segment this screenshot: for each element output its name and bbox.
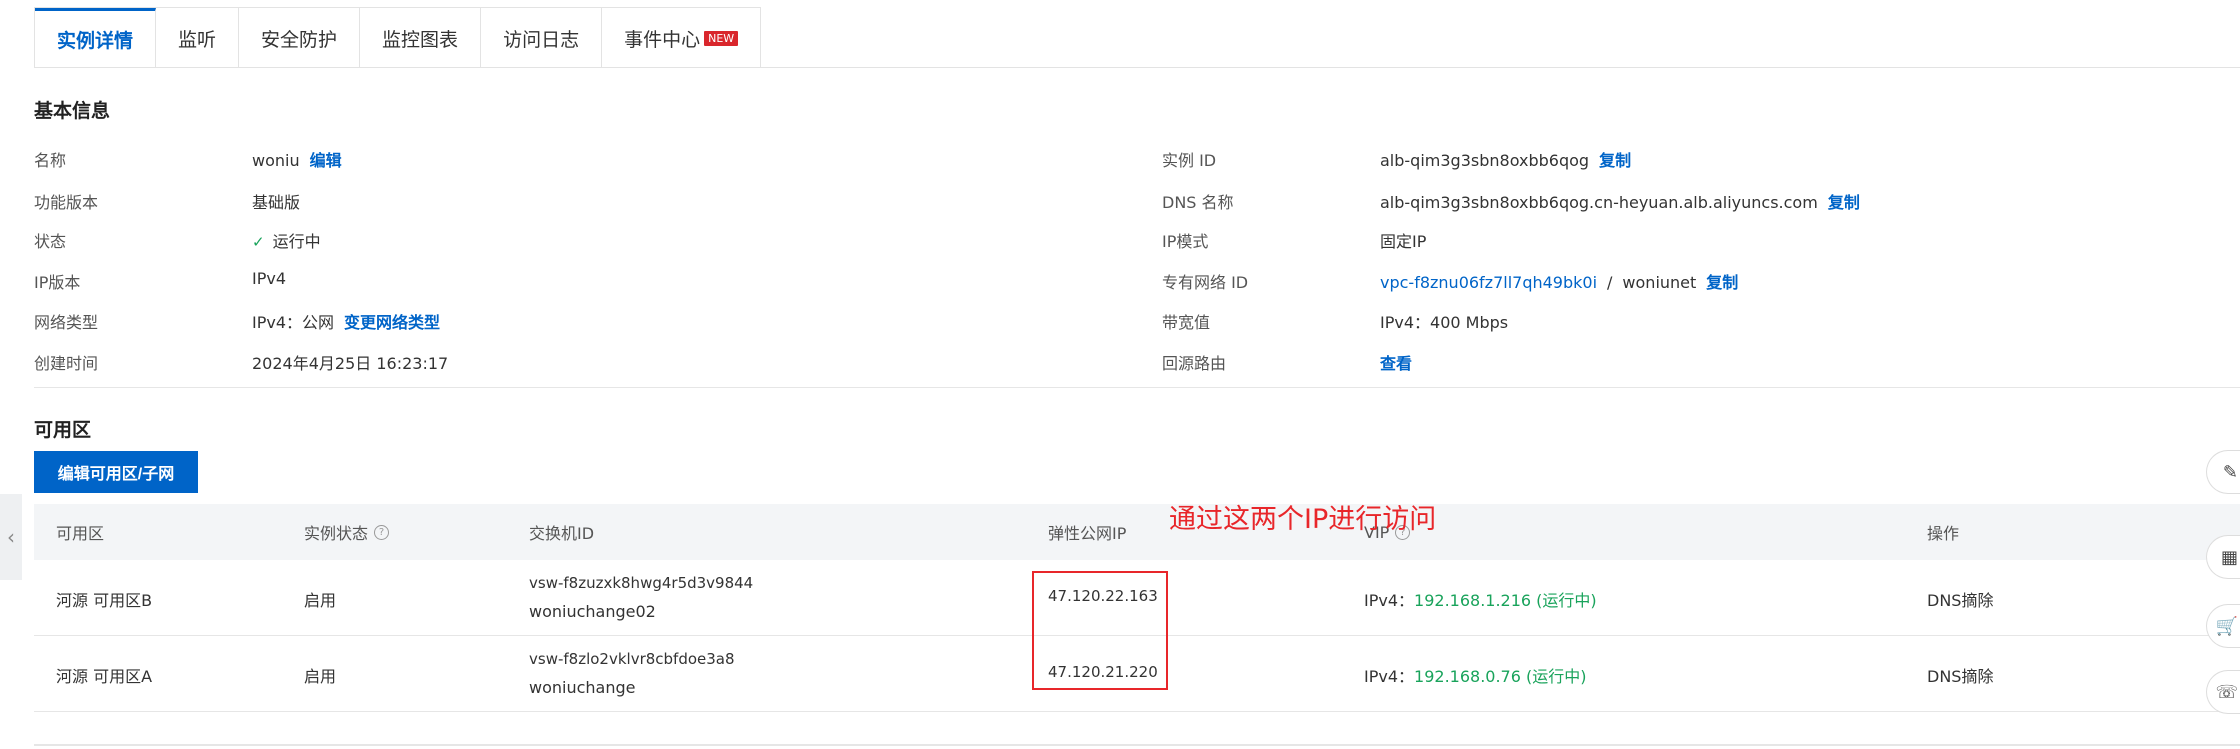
ip-version-label: IP版本 (34, 273, 81, 292)
origin-route-label: 回源路由 (1162, 354, 1227, 373)
network-type-text: IPv4：公网 (252, 313, 335, 332)
vpc-id-label: 专有网络 ID (1162, 273, 1249, 292)
vswitch-id-link[interactable]: vsw-f8zuzxk8hwg4r5d3v9844 (529, 574, 753, 592)
tab-label: 事件中心 (624, 28, 701, 51)
copy-vpc-link[interactable]: 复制 (1706, 273, 1738, 292)
ip-mode-value: 固定IP (1380, 232, 1427, 251)
vip-prefix: IPv4： (1364, 591, 1415, 610)
edit-name-link[interactable]: 编辑 (310, 151, 342, 170)
tab-label: 监听 (178, 28, 217, 51)
zones-title: 可用区 (34, 419, 92, 441)
section-divider (34, 387, 2240, 388)
col-instance-status: 实例状态? (304, 520, 390, 544)
vip-cell: IPv4：192.168.0.76 (运行中) (1364, 663, 1586, 687)
chevron-left-icon[interactable]: ‹ (0, 494, 22, 580)
created-time-value: 2024年4月25日 16:23:17 (252, 354, 449, 373)
ip-version-value: IPv4 (252, 269, 287, 288)
status-value: ✓ 运行中 (252, 228, 321, 252)
new-badge: NEW (704, 30, 739, 46)
col-zone: 可用区 (56, 524, 105, 543)
instance-detail-page: 实例详情 监听 安全防护 监控图表 访问日志 事件中心 NEW 基本信息 名称 w… (0, 0, 2240, 749)
col-vswitch-id: 交换机ID (529, 524, 595, 543)
instance-id-label: 实例 ID (1162, 151, 1217, 170)
instance-id-text: alb-qim3g3sbn8oxbb6qog (1380, 151, 1590, 170)
basic-info-title: 基本信息 (34, 100, 111, 122)
vswitch-name: woniuchange02 (529, 602, 656, 621)
tab-label: 安全防护 (261, 28, 338, 51)
tab-listeners[interactable]: 监听 (156, 8, 240, 68)
tab-event-center[interactable]: 事件中心 NEW (602, 8, 760, 68)
edit-tool-icon[interactable]: ✎ (2206, 450, 2240, 494)
check-icon: ✓ (252, 233, 265, 251)
ip-mode-label: IP模式 (1162, 232, 1209, 251)
vswitch-name: woniuchange (529, 678, 636, 697)
dns-name-text: alb-qim3g3sbn8oxbb6qog.cn-heyuan.alb.ali… (1380, 193, 1818, 212)
origin-route-value: 查看 (1380, 350, 1412, 374)
detail-tabs: 实例详情 监听 安全防护 监控图表 访问日志 事件中心 NEW (34, 7, 762, 69)
network-type-value: IPv4：公网 变更网络类型 (252, 309, 440, 333)
name-text: woniu (252, 151, 300, 170)
created-time-label: 创建时间 (34, 354, 99, 373)
state-cell: 启用 (304, 591, 337, 610)
zone-cell: 河源 可用区B (56, 591, 153, 610)
tab-label: 监控图表 (382, 28, 459, 51)
status-label: 状态 (34, 232, 67, 251)
version-value: 基础版 (252, 193, 301, 212)
dns-remove-link[interactable]: DNS摘除 (1927, 663, 1993, 687)
version-label: 功能版本 (34, 193, 99, 212)
vpc-id-link[interactable]: vpc-f8znu06fz7ll7qh49bk0i (1380, 273, 1597, 292)
view-route-link[interactable]: 查看 (1380, 354, 1412, 373)
vip-cell: IPv4：192.168.1.216 (运行中) (1364, 587, 1597, 611)
tabs-divider (34, 67, 2240, 68)
state-cell: 启用 (304, 667, 337, 686)
dns-name-value: alb-qim3g3sbn8oxbb6qog.cn-heyuan.alb.ali… (1380, 189, 1860, 213)
tab-instance-detail[interactable]: 实例详情 (35, 8, 157, 69)
col-eip: 弹性公网IP (1048, 524, 1127, 543)
tab-label: 实例详情 (57, 30, 134, 52)
table-bottom-border (34, 744, 2240, 746)
vswitch-id-link[interactable]: vsw-f8zlo2vklvr8cbfdoe3a8 (529, 650, 735, 668)
tab-access-logs[interactable]: 访问日志 (481, 8, 603, 68)
tab-label: 访问日志 (503, 28, 580, 51)
status-text: 运行中 (272, 232, 321, 251)
bandwidth-label: 带宽值 (1162, 313, 1211, 332)
copy-instance-id-link[interactable]: 复制 (1599, 151, 1631, 170)
edit-zones-button[interactable]: 编辑可用区/子网 (34, 451, 198, 493)
annotation-box (1032, 571, 1168, 690)
tab-security[interactable]: 安全防护 (239, 8, 361, 68)
vpc-id-value: vpc-f8znu06fz7ll7qh49bk0i / woniunet 复制 (1380, 269, 1738, 293)
col-instance-status-text: 实例状态 (304, 524, 369, 543)
zone-cell: 河源 可用区A (56, 667, 153, 686)
dns-name-label: DNS 名称 (1162, 193, 1234, 212)
question-circle-icon[interactable]: ? (374, 524, 390, 540)
vip-value: 192.168.1.216 (运行中) (1414, 591, 1597, 610)
name-value: woniu 编辑 (252, 147, 342, 171)
dns-remove-link[interactable]: DNS摘除 (1927, 587, 1993, 611)
instance-id-value: alb-qim3g3sbn8oxbb6qog 复制 (1380, 147, 1631, 171)
annotation-text: 通过这两个IP进行访问 (1169, 504, 1437, 535)
table-header: 可用区 实例状态? 交换机ID 弹性公网IP VIP? 操作 (34, 504, 2240, 560)
copy-dns-link[interactable]: 复制 (1828, 193, 1860, 212)
change-network-type-link[interactable]: 变更网络类型 (344, 313, 440, 332)
vpc-name: woniunet (1622, 273, 1697, 292)
name-label: 名称 (34, 151, 67, 170)
network-type-label: 网络类型 (34, 313, 99, 332)
vip-prefix: IPv4： (1364, 667, 1415, 686)
vip-value: 192.168.0.76 (运行中) (1414, 667, 1587, 686)
bandwidth-value: IPv4：400 Mbps (1380, 313, 1509, 332)
tab-monitoring[interactable]: 监控图表 (360, 8, 482, 68)
col-actions: 操作 (1927, 524, 1960, 543)
vpc-separator: / (1607, 273, 1613, 292)
